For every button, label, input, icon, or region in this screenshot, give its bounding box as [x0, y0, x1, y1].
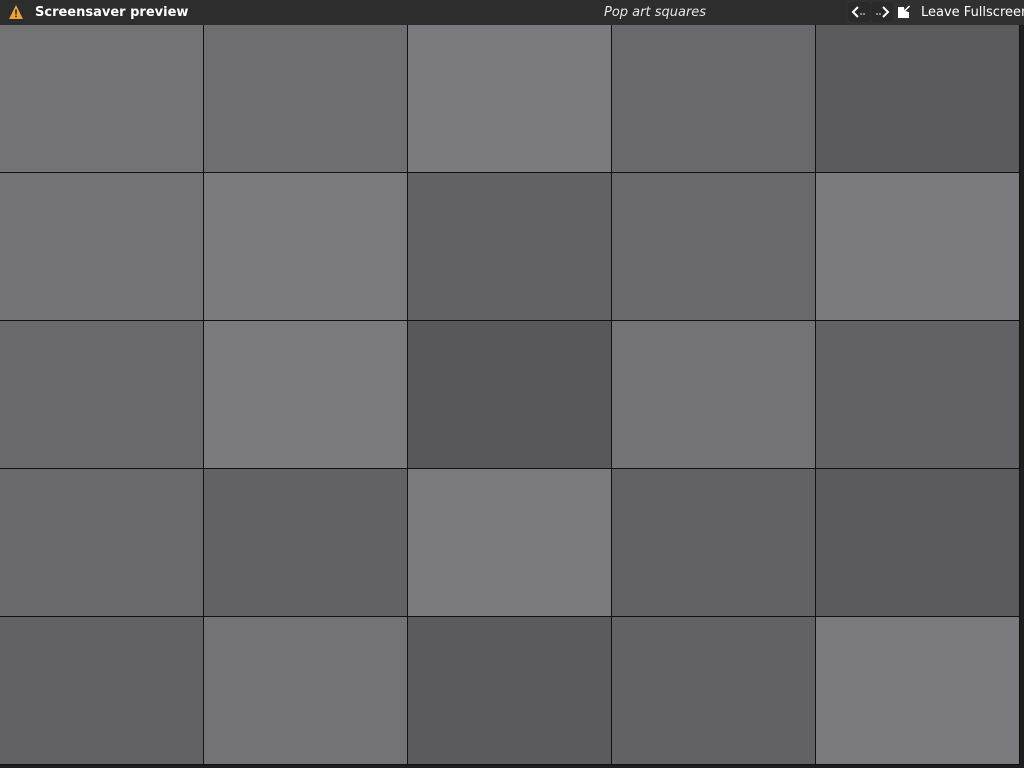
navigation-controls: Leave Fullscreen — [845, 0, 1024, 25]
square-tile — [816, 25, 1019, 172]
square-tile — [204, 321, 407, 468]
square-tile — [0, 173, 203, 320]
next-screensaver-button[interactable] — [871, 2, 893, 22]
square-tile — [408, 173, 611, 320]
square-tile — [408, 25, 611, 172]
square-tile — [816, 173, 1019, 320]
screensaver-preview-window: Screensaver preview Pop art squares Leav… — [0, 0, 1024, 768]
square-tile — [0, 469, 203, 616]
square-tile — [408, 321, 611, 468]
square-tile — [816, 617, 1019, 764]
square-tile — [0, 617, 203, 764]
pop-art-squares-grid — [0, 25, 1020, 765]
square-tile — [0, 321, 203, 468]
window-title: Screensaver preview — [35, 5, 189, 20]
square-tile — [408, 617, 611, 764]
square-tile — [612, 173, 815, 320]
square-tile — [612, 321, 815, 468]
previous-screensaver-button[interactable] — [848, 2, 870, 22]
screensaver-name: Pop art squares — [604, 5, 707, 20]
square-tile — [408, 469, 611, 616]
square-tile — [204, 25, 407, 172]
title-bar: Screensaver preview Pop art squares Leav… — [0, 0, 1024, 25]
square-tile — [816, 321, 1019, 468]
square-tile — [0, 25, 203, 172]
square-tile — [612, 469, 815, 616]
square-tile — [612, 25, 815, 172]
square-tile — [204, 617, 407, 764]
arrow-left-icon — [851, 6, 865, 18]
leave-fullscreen-button[interactable]: Leave Fullscreen — [921, 5, 1024, 20]
warning-icon — [9, 5, 23, 19]
arrow-right-icon — [876, 6, 890, 18]
square-tile — [816, 469, 1019, 616]
square-tile — [204, 173, 407, 320]
square-tile — [204, 469, 407, 616]
leave-fullscreen-icon[interactable] — [897, 5, 911, 19]
square-tile — [612, 617, 815, 764]
